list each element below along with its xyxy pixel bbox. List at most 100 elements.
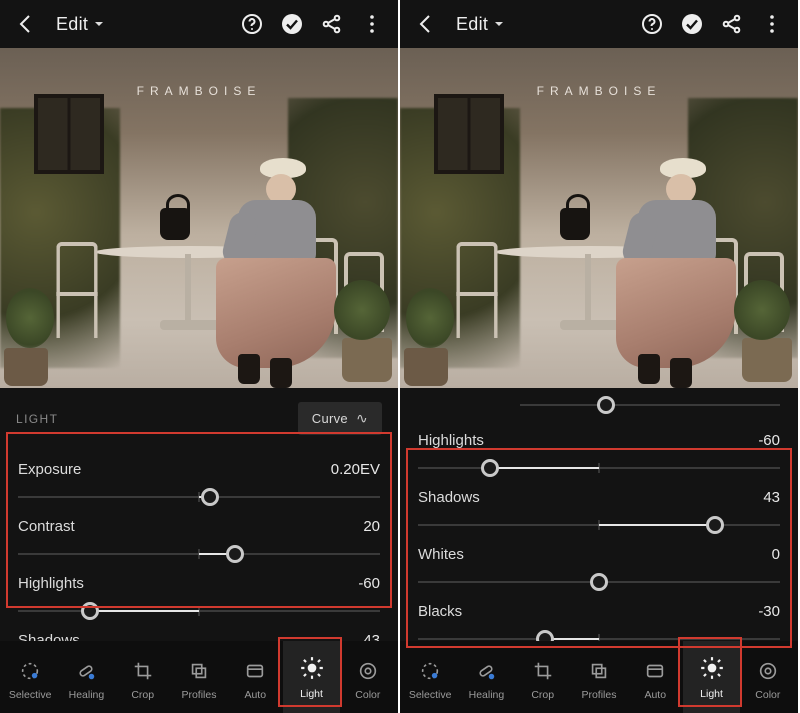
tool-healing[interactable]: Healing — [58, 654, 114, 701]
tool-color[interactable]: Color — [740, 654, 796, 701]
overflow-icon[interactable] — [360, 12, 384, 36]
pane-right: Edit FRAMBOISE Highlights-60Shadows4 — [400, 0, 800, 713]
topbar: Edit — [400, 0, 798, 48]
help-icon[interactable] — [240, 12, 264, 36]
slider-label: Blacks — [418, 603, 462, 620]
page-title[interactable]: Edit — [456, 14, 504, 35]
slider-value: -60 — [758, 432, 780, 449]
slider-track[interactable] — [418, 459, 780, 477]
title-text: Edit — [456, 14, 488, 35]
slider-thumb[interactable] — [226, 545, 244, 563]
tool-label: Auto — [644, 689, 666, 701]
help-icon[interactable] — [640, 12, 664, 36]
confirm-icon[interactable] — [680, 12, 704, 36]
slider-thumb[interactable] — [81, 602, 99, 620]
slider-label: Contrast — [18, 518, 75, 535]
slider-thumb[interactable] — [590, 573, 608, 591]
slider-track[interactable] — [18, 545, 380, 563]
slider-whites[interactable]: Whites 0 — [400, 536, 798, 593]
tool-light[interactable]: Light — [683, 641, 739, 713]
tool-label: Light — [700, 688, 723, 700]
slider-value: 0 — [772, 546, 780, 563]
slider-track[interactable] — [18, 602, 380, 620]
tool-healing[interactable]: Healing — [458, 654, 514, 701]
slider-value: 20 — [363, 518, 380, 535]
back-icon[interactable] — [14, 12, 38, 36]
share-icon[interactable] — [720, 12, 744, 36]
light-icon — [699, 655, 725, 684]
photo-preview[interactable]: FRAMBOISE — [0, 48, 398, 388]
slider-label: Highlights — [418, 432, 484, 449]
slider-value: 0.20EV — [331, 461, 380, 478]
tool-profiles[interactable]: Profiles — [171, 654, 227, 701]
slider-highlights[interactable]: Highlights -60 — [0, 565, 398, 622]
back-icon[interactable] — [414, 12, 438, 36]
color-icon — [757, 660, 779, 685]
tool-label: Auto — [244, 689, 266, 701]
slider-label: Whites — [418, 546, 464, 563]
light-panel: LIGHT Curve ∿ Exposure0.20EV Contrast 20 Hi… — [0, 388, 398, 641]
curve-icon: ∿ — [356, 410, 368, 427]
auto-icon — [644, 660, 666, 685]
selective-icon — [419, 660, 441, 685]
slider-track[interactable] — [418, 516, 780, 534]
slider-value: -60 — [358, 575, 380, 592]
light-icon — [299, 655, 325, 684]
sliders-right: Highlights -60 Shadows43 Whites 0 Blacks -30 — [400, 418, 798, 641]
tool-color[interactable]: Color — [340, 654, 396, 701]
healing-icon — [475, 660, 497, 685]
tool-label: Selective — [409, 689, 452, 701]
brand-text: FRAMBOISE — [537, 84, 662, 98]
tool-auto[interactable]: Auto — [627, 654, 683, 701]
slider-thumb[interactable] — [201, 488, 219, 506]
sliders-left: Exposure0.20EV Contrast 20 Highlights -60 Sha… — [0, 447, 398, 641]
slider-thumb[interactable] — [706, 516, 724, 534]
tool-auto[interactable]: Auto — [227, 654, 283, 701]
slider-blacks[interactable]: Blacks -30 — [400, 593, 798, 641]
profiles-icon — [188, 660, 210, 685]
bottom-toolbar-left: Selective Healing Crop Profiles Auto Light Col… — [0, 641, 398, 713]
slider-value: 43 — [363, 632, 380, 641]
slider-thumb[interactable] — [481, 459, 499, 477]
title-text: Edit — [56, 14, 88, 35]
confirm-icon[interactable] — [280, 12, 304, 36]
slider-label: Highlights — [18, 575, 84, 592]
curve-button[interactable]: Curve ∿ — [298, 402, 382, 435]
slider-exposure[interactable]: Exposure0.20EV — [0, 451, 398, 508]
slider-stub[interactable] — [400, 396, 798, 414]
slider-shadows[interactable]: Shadows43 — [400, 479, 798, 536]
slider-contrast[interactable]: Contrast 20 — [0, 508, 398, 565]
slider-track[interactable] — [418, 573, 780, 591]
auto-icon — [244, 660, 266, 685]
page-title[interactable]: Edit — [56, 14, 104, 35]
slider-track[interactable] — [418, 630, 780, 641]
slider-highlights[interactable]: Highlights -60 — [400, 422, 798, 479]
slider-value: -30 — [758, 603, 780, 620]
selective-icon — [19, 660, 41, 685]
color-icon — [357, 660, 379, 685]
photo-preview[interactable]: FRAMBOISE — [400, 48, 798, 388]
tool-label: Profiles — [181, 689, 216, 701]
bottom-toolbar-right: Selective Healing Crop Profiles Auto Light Col… — [400, 641, 798, 713]
slider-track[interactable] — [18, 488, 380, 506]
tool-crop[interactable]: Crop — [515, 654, 571, 701]
healing-icon — [75, 660, 97, 685]
tool-crop[interactable]: Crop — [115, 654, 171, 701]
tool-label: Healing — [69, 689, 105, 701]
tool-label: Color — [755, 689, 780, 701]
tool-label: Color — [355, 689, 380, 701]
tool-label: Crop — [531, 689, 554, 701]
slider-thumb[interactable] — [536, 630, 554, 641]
share-icon[interactable] — [320, 12, 344, 36]
tool-label: Crop — [131, 689, 154, 701]
tool-selective[interactable]: Selective — [2, 654, 58, 701]
tool-light[interactable]: Light — [283, 641, 339, 713]
tool-profiles[interactable]: Profiles — [571, 654, 627, 701]
panel-heading: LIGHT — [16, 412, 58, 426]
overflow-icon[interactable] — [760, 12, 784, 36]
dropdown-caret-icon — [494, 19, 504, 29]
slider-shadows[interactable]: Shadows43 — [0, 622, 398, 641]
tool-selective[interactable]: Selective — [402, 654, 458, 701]
tool-label: Healing — [469, 689, 505, 701]
curve-label: Curve — [312, 411, 348, 426]
